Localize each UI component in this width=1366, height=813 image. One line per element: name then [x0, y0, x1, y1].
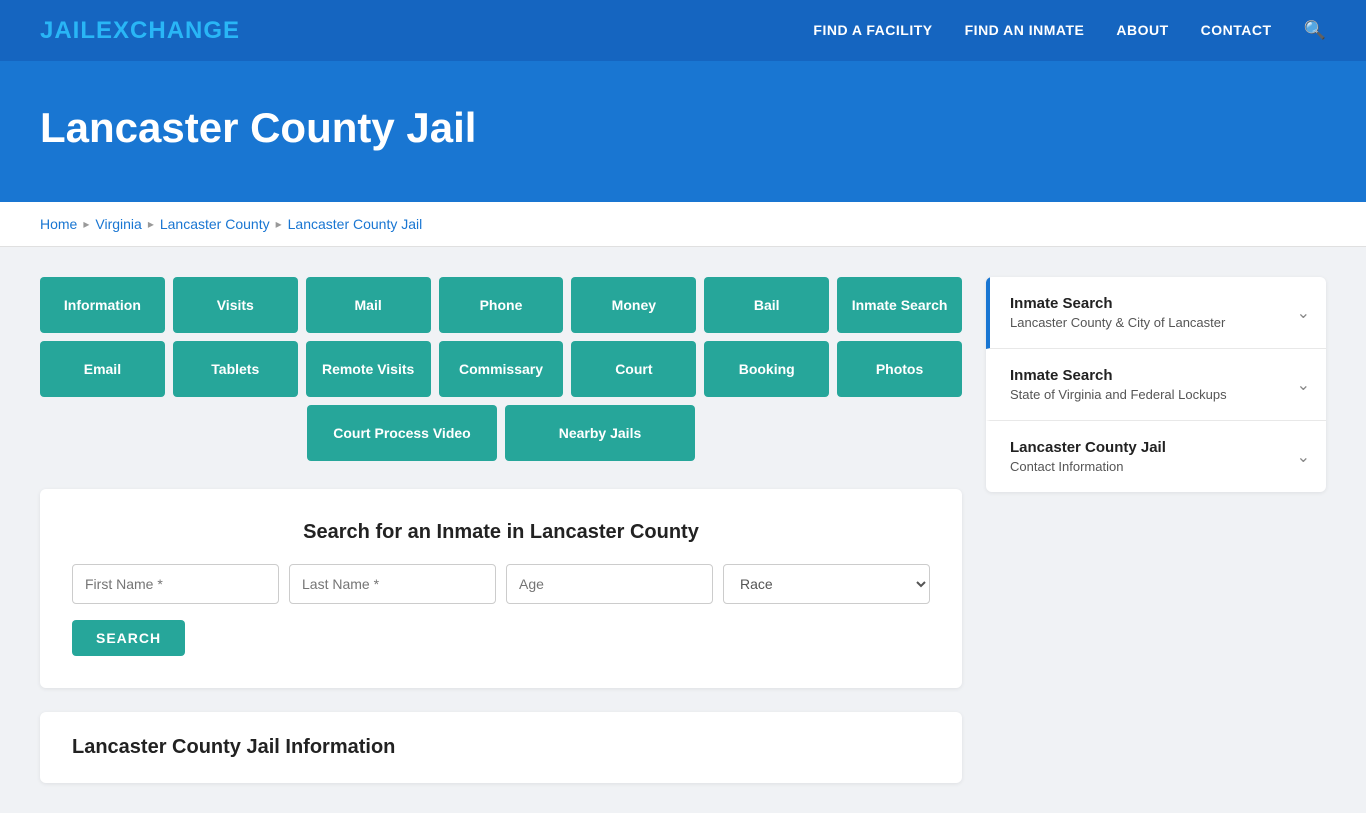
page-title: Lancaster County Jail — [40, 104, 1326, 152]
btn-inmate-search[interactable]: Inmate Search — [837, 277, 962, 333]
chevron-down-icon-3: ⌄ — [1297, 447, 1310, 467]
right-sidebar: Inmate Search Lancaster County & City of… — [986, 277, 1326, 492]
nav-find-facility[interactable]: FIND A FACILITY — [813, 22, 932, 40]
age-input[interactable] — [506, 564, 713, 604]
hero-section: Lancaster County Jail — [0, 64, 1366, 202]
navbar: JAILEXCHANGE FIND A FACILITY FIND AN INM… — [0, 0, 1366, 64]
btn-booking[interactable]: Booking — [704, 341, 829, 397]
chevron-down-icon-1: ⌄ — [1297, 303, 1310, 323]
btn-court[interactable]: Court — [571, 341, 696, 397]
sidebar-card: Inmate Search Lancaster County & City of… — [986, 277, 1326, 492]
btn-court-process-video[interactable]: Court Process Video — [307, 405, 497, 461]
main-content: Information Visits Mail Phone Money Bail… — [0, 247, 1366, 813]
site-logo[interactable]: JAILEXCHANGE — [40, 17, 240, 45]
sidebar-item-3-subtitle: Contact Information — [1010, 459, 1166, 474]
last-name-input[interactable] — [289, 564, 496, 604]
breadcrumb: Home ▸ Virginia ▸ Lancaster County ▸ Lan… — [40, 216, 1326, 232]
sidebar-item-1-text: Inmate Search Lancaster County & City of… — [1010, 295, 1225, 330]
btn-information[interactable]: Information — [40, 277, 165, 333]
sidebar-item-3-title: Lancaster County Jail — [1010, 439, 1166, 456]
first-name-input[interactable] — [72, 564, 279, 604]
search-button[interactable]: SEARCH — [72, 620, 185, 656]
breadcrumb-current: Lancaster County Jail — [288, 216, 423, 232]
sidebar-item-2-title: Inmate Search — [1010, 367, 1227, 384]
breadcrumb-lancaster-county[interactable]: Lancaster County — [160, 216, 270, 232]
btn-bail[interactable]: Bail — [704, 277, 829, 333]
button-grid-row2: Email Tablets Remote Visits Commissary C… — [40, 341, 962, 397]
btn-tablets[interactable]: Tablets — [173, 341, 298, 397]
left-column: Information Visits Mail Phone Money Bail… — [40, 277, 962, 783]
nav-about[interactable]: ABOUT — [1116, 22, 1168, 40]
inmate-search-box: Search for an Inmate in Lancaster County… — [40, 489, 962, 688]
logo-exchange: EXCHANGE — [96, 17, 240, 44]
button-grid-row1: Information Visits Mail Phone Money Bail… — [40, 277, 962, 333]
btn-visits[interactable]: Visits — [173, 277, 298, 333]
search-box-title: Search for an Inmate in Lancaster County — [72, 521, 930, 544]
sidebar-item-2-subtitle: State of Virginia and Federal Lockups — [1010, 387, 1227, 402]
button-grid-row3: Court Process Video Nearby Jails — [40, 405, 962, 461]
breadcrumb-home[interactable]: Home — [40, 216, 77, 232]
chevron-down-icon-2: ⌄ — [1297, 375, 1310, 395]
jail-info-title: Lancaster County Jail Information — [72, 736, 930, 759]
btn-nearby-jails[interactable]: Nearby Jails — [505, 405, 695, 461]
btn-email[interactable]: Email — [40, 341, 165, 397]
nav-search-icon[interactable]: 🔍 — [1304, 20, 1326, 41]
sidebar-item-contact[interactable]: Lancaster County Jail Contact Informatio… — [986, 421, 1326, 492]
sidebar-item-inmate-search-1[interactable]: Inmate Search Lancaster County & City of… — [986, 277, 1326, 349]
nav-menu: FIND A FACILITY FIND AN INMATE ABOUT CON… — [813, 20, 1326, 41]
btn-money[interactable]: Money — [571, 277, 696, 333]
nav-find-inmate[interactable]: FIND AN INMATE — [965, 22, 1085, 40]
logo-jail: JAIL — [40, 17, 96, 44]
breadcrumb-virginia[interactable]: Virginia — [95, 216, 141, 232]
breadcrumb-sep-1: ▸ — [83, 217, 89, 231]
sidebar-item-inmate-search-2[interactable]: Inmate Search State of Virginia and Fede… — [986, 349, 1326, 421]
btn-commissary[interactable]: Commissary — [439, 341, 564, 397]
btn-photos[interactable]: Photos — [837, 341, 962, 397]
jail-info-section: Lancaster County Jail Information — [40, 712, 962, 783]
btn-phone[interactable]: Phone — [439, 277, 564, 333]
sidebar-item-1-title: Inmate Search — [1010, 295, 1225, 312]
btn-mail[interactable]: Mail — [306, 277, 431, 333]
breadcrumb-sep-2: ▸ — [148, 217, 154, 231]
breadcrumb-sep-3: ▸ — [276, 217, 282, 231]
nav-contact[interactable]: CONTACT — [1201, 22, 1272, 40]
breadcrumb-bar: Home ▸ Virginia ▸ Lancaster County ▸ Lan… — [0, 202, 1366, 247]
sidebar-item-2-text: Inmate Search State of Virginia and Fede… — [1010, 367, 1227, 402]
race-select[interactable]: Race White Black Hispanic Asian Native A… — [723, 564, 930, 604]
btn-remote-visits[interactable]: Remote Visits — [306, 341, 431, 397]
sidebar-item-1-subtitle: Lancaster County & City of Lancaster — [1010, 315, 1225, 330]
search-fields: Race White Black Hispanic Asian Native A… — [72, 564, 930, 604]
sidebar-item-3-text: Lancaster County Jail Contact Informatio… — [1010, 439, 1166, 474]
